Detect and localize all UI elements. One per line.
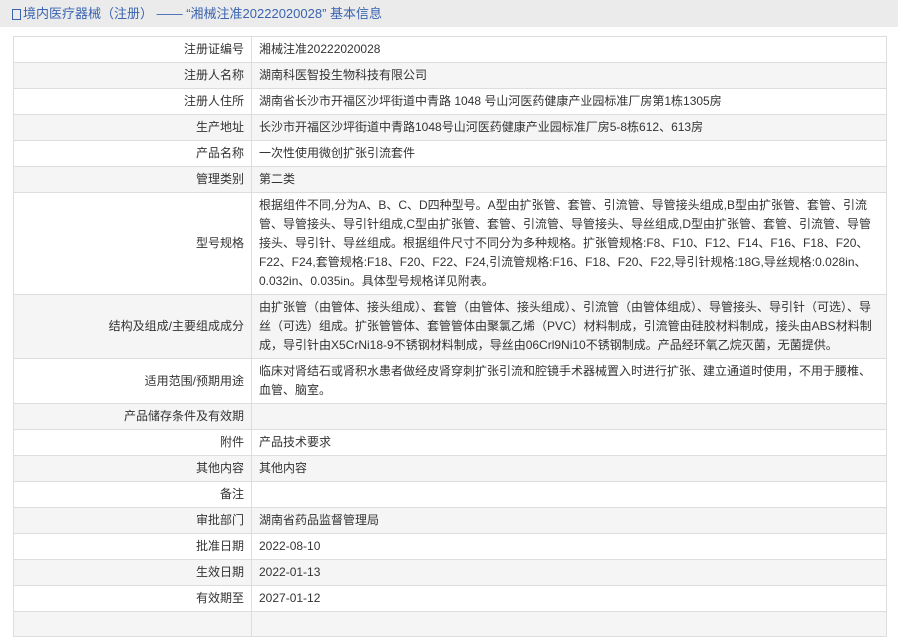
table-row: 型号规格 根据组件不同,分为A、B、C、D四种型号。A型由扩张管、套管、引流管、导… <box>13 192 887 295</box>
row-value: 湖南省长沙市开福区沙坪街道中青路 1048 号山河医药健康产业园标准厂房第1栋1… <box>251 88 887 115</box>
row-value <box>251 611 887 637</box>
row-label: 审批部门 <box>13 507 252 534</box>
table-row <box>13 611 887 637</box>
table-row: 管理类别 第二类 <box>13 166 887 193</box>
row-label: 注册人住所 <box>13 88 252 115</box>
document-icon <box>12 9 21 20</box>
row-value: 临床对肾结石或肾积水患者做经皮肾穿刺扩张引流和腔镜手术器械置入时进行扩张、建立通… <box>251 358 887 404</box>
row-label: 有效期至 <box>13 585 252 612</box>
row-value: 湖南省药品监督管理局 <box>251 507 887 534</box>
page-header: 境内医疗器械（注册） —— “湘械注准20222020028” 基本信息 <box>0 0 898 27</box>
row-label: 其他内容 <box>13 455 252 482</box>
row-label: 注册人名称 <box>13 62 252 89</box>
row-label: 生产地址 <box>13 114 252 141</box>
table-row: 产品储存条件及有效期 <box>13 403 887 430</box>
row-value <box>251 403 887 430</box>
table-row: 注册人名称 湖南科医智投生物科技有限公司 <box>13 62 887 89</box>
row-label: 适用范围/预期用途 <box>13 358 252 404</box>
row-label: 批准日期 <box>13 533 252 560</box>
row-value <box>251 481 887 508</box>
row-value: 第二类 <box>251 166 887 193</box>
row-value: 产品技术要求 <box>251 429 887 456</box>
row-label: 附件 <box>13 429 252 456</box>
table-row: 其他内容 其他内容 <box>13 455 887 482</box>
row-value: 长沙市开福区沙坪街道中青路1048号山河医药健康产业园标准厂房5-8栋612、6… <box>251 114 887 141</box>
row-value: 2027-01-12 <box>251 585 887 612</box>
row-label: 生效日期 <box>13 559 252 586</box>
table-row: 注册人住所 湖南省长沙市开福区沙坪街道中青路 1048 号山河医药健康产业园标准厂… <box>13 88 887 115</box>
row-value: 一次性使用微创扩张引流套件 <box>251 140 887 167</box>
row-label: 管理类别 <box>13 166 252 193</box>
table-row: 注册证编号 湘械注准20222020028 <box>13 36 887 63</box>
row-label: 型号规格 <box>13 192 252 295</box>
row-label: 备注 <box>13 481 252 508</box>
table-row: 结构及组成/主要组成成分 由扩张管（由管体、接头组成）、套管（由管体、接头组成）、… <box>13 294 887 359</box>
info-table: 注册证编号 湘械注准20222020028 注册人名称 湖南科医智投生物科技有限公司注… <box>13 36 887 637</box>
table-row: 批准日期 2022-08-10 <box>13 533 887 560</box>
table-row: 生产地址 长沙市开福区沙坪街道中青路1048号山河医药健康产业园标准厂房5-8栋6… <box>13 114 887 141</box>
table-row: 附件 产品技术要求 <box>13 429 887 456</box>
page-title: 境内医疗器械（注册） —— “湘械注准20222020028” 基本信息 <box>23 6 383 21</box>
table-row: 生效日期 2022-01-13 <box>13 559 887 586</box>
row-label: 产品名称 <box>13 140 252 167</box>
table-row: 备注 <box>13 481 887 508</box>
row-value: 湖南科医智投生物科技有限公司 <box>251 62 887 89</box>
row-label: 结构及组成/主要组成成分 <box>13 294 252 359</box>
row-value: 根据组件不同,分为A、B、C、D四种型号。A型由扩张管、套管、引流管、导管接头组… <box>251 192 887 295</box>
row-label <box>13 611 252 637</box>
table-row: 适用范围/预期用途 临床对肾结石或肾积水患者做经皮肾穿刺扩张引流和腔镜手术器械置入… <box>13 358 887 404</box>
row-label: 产品储存条件及有效期 <box>13 403 252 430</box>
row-value: 其他内容 <box>251 455 887 482</box>
row-value: 2022-08-10 <box>251 533 887 560</box>
table-row: 产品名称 一次性使用微创扩张引流套件 <box>13 140 887 167</box>
table-row: 审批部门 湖南省药品监督管理局 <box>13 507 887 534</box>
table-row: 有效期至 2027-01-12 <box>13 585 887 612</box>
row-value: 由扩张管（由管体、接头组成）、套管（由管体、接头组成）、引流管（由管体组成）、导… <box>251 294 887 359</box>
row-value: 湘械注准20222020028 <box>251 36 887 63</box>
row-label: 注册证编号 <box>13 36 252 63</box>
row-value: 2022-01-13 <box>251 559 887 586</box>
